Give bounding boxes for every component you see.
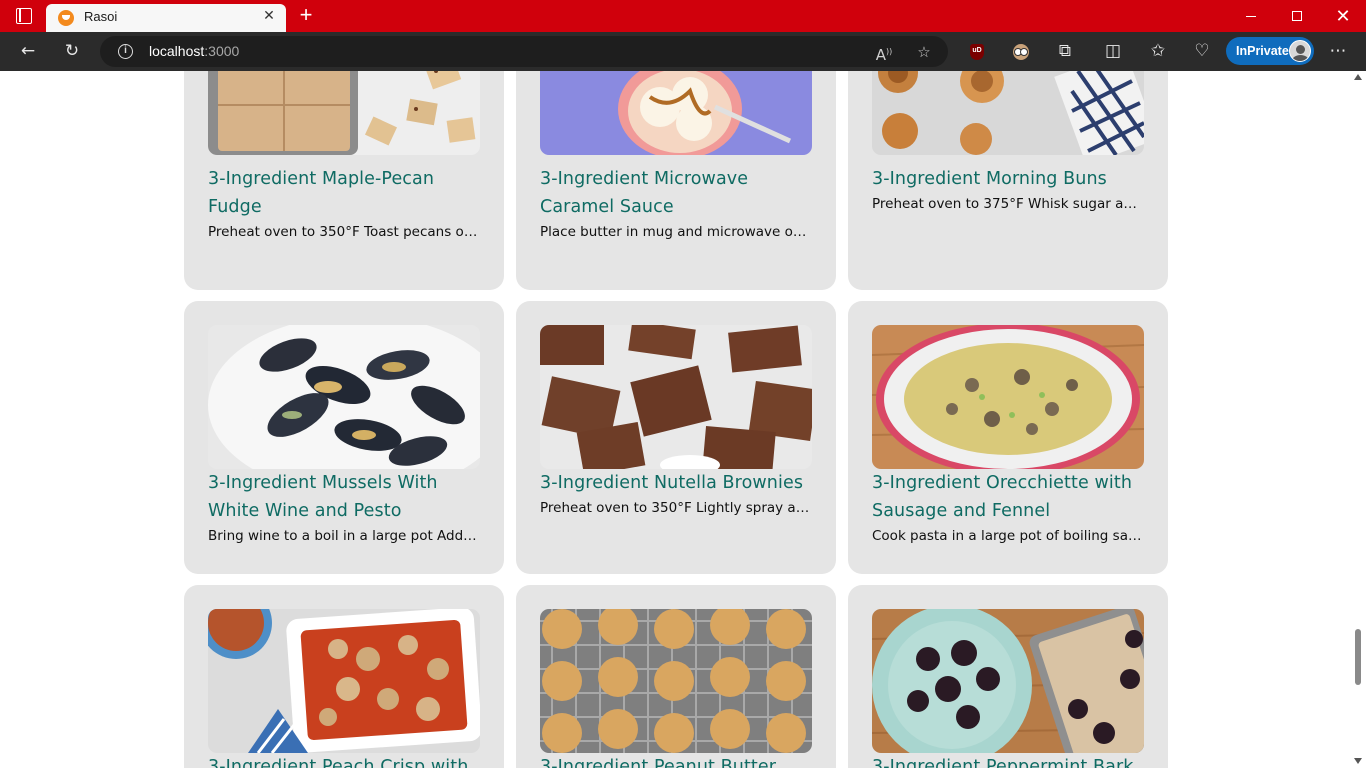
recipe-image-brownies[interactable] xyxy=(540,325,812,469)
page-viewport: 3-Ingredient Maple-Pecan Fudge Preheat ov… xyxy=(0,71,1350,768)
more-menu-icon[interactable]: ⋯ xyxy=(1324,38,1352,64)
recipe-description: Place butter in mug and microwave on hig… xyxy=(540,224,812,240)
recipe-description: Bring wine to a boil in a large pot Add … xyxy=(208,528,480,544)
recipe-title-line1: 3-Ingredient Maple-Pecan xyxy=(208,169,435,189)
rasoi-favicon-icon xyxy=(58,10,74,26)
tab-title: Rasoi xyxy=(84,9,118,24)
ublock-extension-icon[interactable]: uD xyxy=(970,44,984,60)
recipe-title-line2: White Wine and Pesto xyxy=(208,501,402,521)
url-port: :3000 xyxy=(204,43,240,59)
recipe-title[interactable]: 3-Ingredient Peanut Butter xyxy=(540,753,820,768)
recipe-card[interactable]: 3-Ingredient Morning Buns Preheat oven t… xyxy=(848,71,1168,290)
refresh-icon[interactable]: ↻ xyxy=(58,38,86,64)
page-scrollbar[interactable] xyxy=(1350,71,1366,768)
recipe-description: Preheat oven to 375°F Whisk sugar and ci… xyxy=(872,196,1144,212)
new-tab-button[interactable]: + xyxy=(294,4,318,28)
recipe-image-fudge[interactable] xyxy=(208,71,480,155)
maximize-button[interactable] xyxy=(1274,0,1320,32)
recipe-title-line2: Caramel Sauce xyxy=(540,197,674,217)
address-bar[interactable]: i localhost:3000 A)) ☆ xyxy=(100,36,948,67)
minimize-button[interactable] xyxy=(1228,0,1274,32)
url-host: localhost xyxy=(149,43,205,59)
recipe-title-line1: 3-Ingredient Mussels With xyxy=(208,473,438,493)
tab-actions-icon[interactable] xyxy=(16,8,32,24)
inprivate-label: InPrivate xyxy=(1236,44,1289,58)
recipe-title[interactable]: 3-Ingredient Morning Buns xyxy=(872,165,1152,193)
recipe-card[interactable]: 3-Ingredient Peppermint Bark xyxy=(848,585,1168,768)
recipe-card[interactable]: 3-Ingredient Peach Crisp with xyxy=(184,585,504,768)
recipe-description: Preheat oven to 350°F Lightly spray an 8… xyxy=(540,500,812,516)
owl-extension-icon[interactable] xyxy=(1013,44,1029,60)
back-icon[interactable]: ← xyxy=(14,38,42,64)
inprivate-badge[interactable]: InPrivate xyxy=(1226,37,1314,65)
recipe-title-line1: 3-Ingredient Peppermint Bark xyxy=(872,757,1134,768)
recipe-title-line2: Sausage and Fennel xyxy=(872,501,1051,521)
recipe-title-line2: Fudge xyxy=(208,197,262,217)
scroll-down-icon[interactable] xyxy=(1354,758,1362,764)
recipe-card[interactable]: 3-Ingredient Microwave Caramel Sauce Plac… xyxy=(516,71,836,290)
recipe-title[interactable]: 3-Ingredient Nutella Brownies xyxy=(540,469,820,497)
recipe-image-peanut-butter-cookies[interactable] xyxy=(540,609,812,753)
recipe-title[interactable]: 3-Ingredient Orecchiette with Sausage and… xyxy=(872,469,1152,525)
browser-essentials-icon[interactable]: ♡ xyxy=(1188,38,1216,64)
recipe-title-line1: 3-Ingredient Morning Buns xyxy=(872,169,1107,189)
favorite-star-icon[interactable]: ☆ xyxy=(912,40,936,64)
recipe-title-line1: 3-Ingredient Peanut Butter xyxy=(540,757,777,768)
recipe-card[interactable]: 3-Ingredient Mussels With White Wine and … xyxy=(184,301,504,574)
read-aloud-icon[interactable]: A)) xyxy=(872,40,896,64)
recipe-image-peppermint-clusters[interactable] xyxy=(872,609,1144,753)
recipe-card[interactable]: 3-Ingredient Nutella Brownies Preheat ov… xyxy=(516,301,836,574)
recipe-image-morning-buns[interactable] xyxy=(872,71,1144,155)
recipe-image-peach-crisp[interactable] xyxy=(208,609,480,753)
recipe-title-line1: 3-Ingredient Nutella Brownies xyxy=(540,473,804,493)
favorites-icon[interactable]: ✩ xyxy=(1144,38,1172,64)
browser-title-bar: Rasoi ✕ + ✕ xyxy=(0,0,1366,32)
recipe-title-line1: 3-Ingredient Peach Crisp with xyxy=(208,757,469,768)
recipe-description: Preheat oven to 350°F Toast pecans on a … xyxy=(208,224,480,240)
recipe-card[interactable]: 3-Ingredient Orecchiette with Sausage and… xyxy=(848,301,1168,574)
recipe-title[interactable]: 3-Ingredient Microwave Caramel Sauce xyxy=(540,165,820,221)
close-tab-icon[interactable]: ✕ xyxy=(260,7,278,25)
url-text[interactable]: localhost:3000 xyxy=(149,43,239,59)
recipe-title[interactable]: 3-Ingredient Maple-Pecan Fudge xyxy=(208,165,488,221)
close-window-button[interactable]: ✕ xyxy=(1320,0,1366,32)
scroll-thumb[interactable] xyxy=(1355,629,1361,685)
recipe-image-mussels[interactable] xyxy=(208,325,480,469)
recipe-image-caramel-sauce[interactable] xyxy=(540,71,812,155)
recipe-title[interactable]: 3-Ingredient Peppermint Bark xyxy=(872,753,1152,768)
site-info-icon[interactable]: i xyxy=(118,44,133,59)
recipe-title[interactable]: 3-Ingredient Mussels With White Wine and … xyxy=(208,469,488,525)
scroll-up-icon[interactable] xyxy=(1354,74,1362,80)
recipe-image-orecchiette[interactable] xyxy=(872,325,1144,469)
split-screen-icon[interactable]: ◫ xyxy=(1099,38,1127,64)
avatar xyxy=(1289,40,1311,62)
browser-tab[interactable]: Rasoi ✕ xyxy=(46,4,286,32)
recipe-description: Cook pasta in a large pot of boiling sal… xyxy=(872,528,1144,544)
recipe-title-line1: 3-Ingredient Orecchiette with xyxy=(872,473,1133,493)
recipe-title[interactable]: 3-Ingredient Peach Crisp with xyxy=(208,753,488,768)
browser-toolbar: ← ↻ i localhost:3000 A)) ☆ uD ⧉ ◫ ✩ ♡ In… xyxy=(0,32,1366,71)
recipe-card[interactable]: 3-Ingredient Maple-Pecan Fudge Preheat ov… xyxy=(184,71,504,290)
extensions-puzzle-icon[interactable]: ⧉ xyxy=(1051,38,1079,64)
recipe-card[interactable]: 3-Ingredient Peanut Butter xyxy=(516,585,836,768)
recipe-title-line1: 3-Ingredient Microwave xyxy=(540,169,749,189)
